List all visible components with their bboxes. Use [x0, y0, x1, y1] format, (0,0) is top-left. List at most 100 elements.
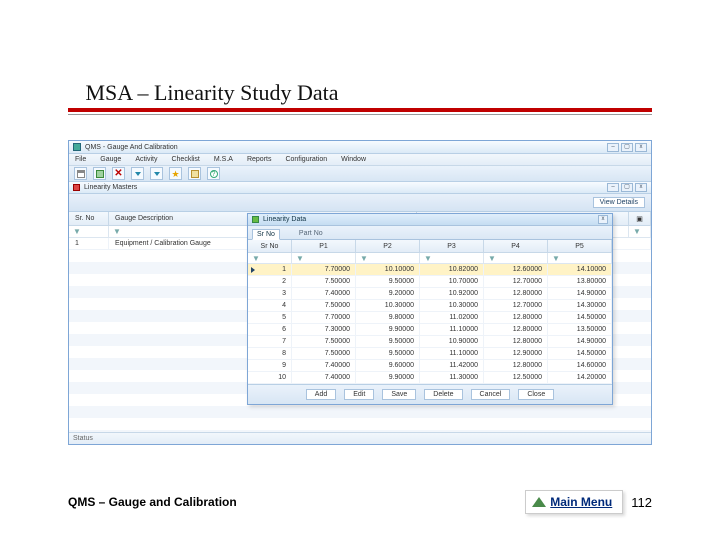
- main-menu-button[interactable]: Main Menu: [525, 490, 623, 514]
- toolbar-open-button[interactable]: [93, 167, 106, 180]
- toolbar-new-button[interactable]: [74, 167, 87, 180]
- dialog-row[interactable]: 87.500009.5000011.1000012.9000014.50000: [248, 348, 612, 360]
- dialog-row[interactable]: 57.700009.8000011.0200012.8000014.50000: [248, 312, 612, 324]
- dcell-p4: 12.90000: [484, 348, 548, 359]
- dialog-filter-row: ▼ ▼ ▼ ▼ ▼ ▼: [248, 253, 612, 264]
- tab-srno[interactable]: Sr No: [252, 229, 280, 240]
- dialog-titlebar: Linearity Data x: [248, 214, 612, 226]
- filter-icon[interactable]: ▼: [633, 227, 641, 236]
- add-button[interactable]: Add: [306, 389, 336, 400]
- toolbar-down2-button[interactable]: [150, 167, 163, 180]
- dcol-p1[interactable]: P1: [292, 240, 356, 252]
- dcell-p4: 12.70000: [484, 300, 548, 311]
- col-sr[interactable]: Sr. No: [69, 212, 109, 225]
- dialog-row[interactable]: 77.500009.5000010.9000012.8000014.90000: [248, 336, 612, 348]
- toolbar-help-button[interactable]: ?: [207, 167, 220, 180]
- title-underline: [68, 108, 652, 112]
- dcell-p5: 14.90000: [548, 288, 612, 299]
- dialog-row[interactable]: 17.7000010.1000010.8200012.6000014.10000: [248, 264, 612, 276]
- dcell-p3: 11.10000: [420, 324, 484, 335]
- filter-icon[interactable]: ▼: [252, 254, 260, 263]
- tab-partno[interactable]: Part No: [294, 228, 328, 239]
- subwindow-toolbar: View Details: [69, 194, 651, 212]
- cell-sr: 1: [69, 238, 109, 249]
- minimize-button[interactable]: –: [607, 143, 619, 152]
- close-button[interactable]: x: [635, 143, 647, 152]
- maximize-button[interactable]: ▢: [621, 143, 633, 152]
- dcell-p4: 12.80000: [484, 312, 548, 323]
- edit-button[interactable]: Edit: [344, 389, 374, 400]
- dcell-p2: 10.30000: [356, 300, 420, 311]
- dcell-sr: 4: [248, 300, 292, 311]
- close-button[interactable]: Close: [518, 389, 554, 400]
- dcell-p2: 10.10000: [356, 264, 420, 275]
- dialog-row[interactable]: 27.500009.5000010.7000012.7000013.80000: [248, 276, 612, 288]
- dcell-p5: 14.60000: [548, 360, 612, 371]
- save-button[interactable]: Save: [382, 389, 416, 400]
- dcell-p4: 12.80000: [484, 360, 548, 371]
- dcell-p4: 12.80000: [484, 336, 548, 347]
- arrow-down-icon: [135, 172, 141, 176]
- filter-icon[interactable]: ▼: [488, 254, 496, 263]
- page-number: 112: [631, 495, 652, 510]
- menu-file[interactable]: File: [75, 156, 86, 163]
- dialog-row[interactable]: 67.300009.9000011.1000012.8000013.50000: [248, 324, 612, 336]
- filter-icon[interactable]: ▼: [552, 254, 560, 263]
- dialog-grid-body: 17.7000010.1000010.8200012.6000014.10000…: [248, 264, 612, 384]
- dcol-p3[interactable]: P3: [420, 240, 484, 252]
- cancel-button[interactable]: Cancel: [471, 389, 511, 400]
- menubar: File Gauge Activity Checklist M.S.A Repo…: [69, 154, 651, 166]
- toolbar-star-button[interactable]: ★: [169, 167, 182, 180]
- toolbar-down1-button[interactable]: [131, 167, 144, 180]
- sub-maximize-button[interactable]: ▢: [621, 183, 633, 192]
- menu-reports[interactable]: Reports: [247, 156, 272, 163]
- menu-msa[interactable]: M.S.A: [214, 156, 233, 163]
- delete-button[interactable]: Delete: [424, 389, 462, 400]
- dialog-row[interactable]: 97.400009.6000011.4200012.8000014.60000: [248, 360, 612, 372]
- main-menu-label: Main Menu: [550, 495, 612, 509]
- dcell-p4: 12.80000: [484, 324, 548, 335]
- dcell-p3: 11.10000: [420, 348, 484, 359]
- sub-close-button[interactable]: x: [635, 183, 647, 192]
- dcell-p4: 12.60000: [484, 264, 548, 275]
- dcol-sr[interactable]: Sr No: [248, 240, 292, 252]
- menu-checklist[interactable]: Checklist: [171, 156, 199, 163]
- dcell-p4: 12.70000: [484, 276, 548, 287]
- filter-icon[interactable]: ▼: [360, 254, 368, 263]
- filter-icon[interactable]: ▼: [296, 254, 304, 263]
- menu-activity[interactable]: Activity: [135, 156, 157, 163]
- slide-footer: QMS – Gauge and Calibration Main Menu 11…: [68, 490, 652, 514]
- dialog-icon: [252, 216, 259, 223]
- toolbar-config-button[interactable]: [188, 167, 201, 180]
- col-flag[interactable]: ▣: [629, 212, 651, 225]
- dcell-p5: 14.50000: [548, 348, 612, 359]
- filter-icon[interactable]: ▼: [113, 227, 121, 236]
- dcell-p5: 13.50000: [548, 324, 612, 335]
- filter-icon[interactable]: ▼: [73, 227, 81, 236]
- dcol-p5[interactable]: P5: [548, 240, 612, 252]
- dcell-p2: 9.50000: [356, 348, 420, 359]
- dcell-p2: 9.90000: [356, 372, 420, 383]
- dialog-row[interactable]: 37.400009.2000010.9200012.8000014.90000: [248, 288, 612, 300]
- dialog-row[interactable]: 107.400009.9000011.3000012.5000014.20000: [248, 372, 612, 384]
- menu-gauge[interactable]: Gauge: [100, 156, 121, 163]
- dcol-p4[interactable]: P4: [484, 240, 548, 252]
- dcell-p5: 14.10000: [548, 264, 612, 275]
- view-details-button[interactable]: View Details: [593, 197, 645, 208]
- dcol-p2[interactable]: P2: [356, 240, 420, 252]
- dcell-sr: 10: [248, 372, 292, 383]
- toolbar: ✕ ★ ?: [69, 166, 651, 182]
- dcell-sr: 8: [248, 348, 292, 359]
- sub-minimize-button[interactable]: –: [607, 183, 619, 192]
- menu-window[interactable]: Window: [341, 156, 366, 163]
- dialog-title: Linearity Data: [263, 216, 594, 223]
- dcell-p3: 11.42000: [420, 360, 484, 371]
- dcell-p1: 7.40000: [292, 288, 356, 299]
- app-icon: [73, 143, 81, 151]
- filter-icon[interactable]: ▼: [424, 254, 432, 263]
- dialog-close-button[interactable]: x: [598, 215, 608, 224]
- dialog-row[interactable]: 47.5000010.3000010.3000012.7000014.30000: [248, 300, 612, 312]
- menu-configuration[interactable]: Configuration: [285, 156, 327, 163]
- slide-title-text: MSA – Linearity Study Data: [86, 80, 339, 105]
- toolbar-delete-button[interactable]: ✕: [112, 167, 125, 180]
